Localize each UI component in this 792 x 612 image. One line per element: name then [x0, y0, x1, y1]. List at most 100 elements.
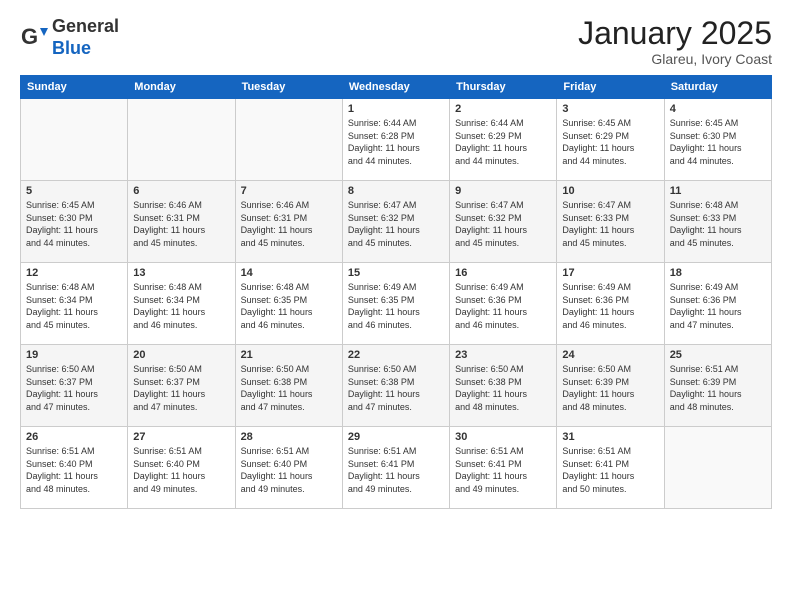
day-number: 31: [562, 431, 658, 443]
weekday-header-thursday: Thursday: [450, 76, 557, 99]
weekday-header-wednesday: Wednesday: [342, 76, 449, 99]
day-number: 19: [26, 349, 122, 361]
day-info: Sunrise: 6:47 AM Sunset: 6:33 PM Dayligh…: [562, 199, 658, 249]
day-number: 7: [241, 185, 337, 197]
day-number: 17: [562, 267, 658, 279]
day-number: 1: [348, 103, 444, 115]
day-number: 15: [348, 267, 444, 279]
calendar-cell: 20 Sunrise: 6:50 AM Sunset: 6:37 PM Dayli…: [128, 345, 235, 427]
day-info: Sunrise: 6:47 AM Sunset: 6:32 PM Dayligh…: [348, 199, 444, 249]
day-number: 25: [670, 349, 766, 361]
calendar-cell: 14 Sunrise: 6:48 AM Sunset: 6:35 PM Dayli…: [235, 263, 342, 345]
calendar-week-row: 12 Sunrise: 6:48 AM Sunset: 6:34 PM Dayli…: [21, 263, 772, 345]
calendar-cell: 18Sunrise: 6:49 AM Sunset: 6:36 PM Dayli…: [664, 263, 771, 345]
day-info: Sunrise: 6:50 AM Sunset: 6:38 PM Dayligh…: [455, 363, 551, 413]
calendar-cell: 15 Sunrise: 6:49 AM Sunset: 6:35 PM Dayli…: [342, 263, 449, 345]
calendar-cell: 7 Sunrise: 6:46 AM Sunset: 6:31 PM Daylig…: [235, 181, 342, 263]
day-info: Sunrise: 6:51 AM Sunset: 6:39 PM Dayligh…: [670, 363, 766, 413]
day-number: 13: [133, 267, 229, 279]
calendar-cell: 9 Sunrise: 6:47 AM Sunset: 6:32 PM Daylig…: [450, 181, 557, 263]
calendar-week-row: 1 Sunrise: 6:44 AM Sunset: 6:28 PM Daylig…: [21, 99, 772, 181]
logo-icon: G: [20, 24, 48, 52]
weekday-header-sunday: Sunday: [21, 76, 128, 99]
calendar-cell: 5 Sunrise: 6:45 AM Sunset: 6:30 PM Daylig…: [21, 181, 128, 263]
day-info: Sunrise: 6:45 AM Sunset: 6:30 PM Dayligh…: [26, 199, 122, 249]
day-number: 21: [241, 349, 337, 361]
calendar-cell: 29Sunrise: 6:51 AM Sunset: 6:41 PM Dayli…: [342, 427, 449, 509]
day-info: Sunrise: 6:49 AM Sunset: 6:36 PM Dayligh…: [455, 281, 551, 331]
weekday-header-row: SundayMondayTuesdayWednesdayThursdayFrid…: [21, 76, 772, 99]
calendar-cell: 22 Sunrise: 6:50 AM Sunset: 6:38 PM Dayli…: [342, 345, 449, 427]
day-number: 12: [26, 267, 122, 279]
day-info: Sunrise: 6:44 AM Sunset: 6:28 PM Dayligh…: [348, 117, 444, 167]
calendar-cell: 16Sunrise: 6:49 AM Sunset: 6:36 PM Dayli…: [450, 263, 557, 345]
calendar-cell: 6 Sunrise: 6:46 AM Sunset: 6:31 PM Daylig…: [128, 181, 235, 263]
calendar-cell: [128, 99, 235, 181]
calendar-cell: 26 Sunrise: 6:51 AM Sunset: 6:40 PM Dayli…: [21, 427, 128, 509]
calendar-cell: 19 Sunrise: 6:50 AM Sunset: 6:37 PM Dayli…: [21, 345, 128, 427]
calendar-week-row: 19 Sunrise: 6:50 AM Sunset: 6:37 PM Dayli…: [21, 345, 772, 427]
calendar-cell: 25 Sunrise: 6:51 AM Sunset: 6:39 PM Dayli…: [664, 345, 771, 427]
day-number: 26: [26, 431, 122, 443]
calendar-week-row: 5 Sunrise: 6:45 AM Sunset: 6:30 PM Daylig…: [21, 181, 772, 263]
day-number: 10: [562, 185, 658, 197]
calendar-table: SundayMondayTuesdayWednesdayThursdayFrid…: [20, 75, 772, 509]
day-number: 4: [670, 103, 766, 115]
day-info: Sunrise: 6:49 AM Sunset: 6:35 PM Dayligh…: [348, 281, 444, 331]
day-info: Sunrise: 6:50 AM Sunset: 6:39 PM Dayligh…: [562, 363, 658, 413]
day-info: Sunrise: 6:51 AM Sunset: 6:41 PM Dayligh…: [455, 445, 551, 495]
day-info: Sunrise: 6:49 AM Sunset: 6:36 PM Dayligh…: [562, 281, 658, 331]
weekday-header-friday: Friday: [557, 76, 664, 99]
day-info: Sunrise: 6:50 AM Sunset: 6:37 PM Dayligh…: [133, 363, 229, 413]
logo-general: General: [52, 16, 119, 36]
day-info: Sunrise: 6:49 AM Sunset: 6:36 PM Dayligh…: [670, 281, 766, 331]
day-number: 8: [348, 185, 444, 197]
day-info: Sunrise: 6:51 AM Sunset: 6:40 PM Dayligh…: [133, 445, 229, 495]
day-number: 23: [455, 349, 551, 361]
calendar-cell: 21 Sunrise: 6:50 AM Sunset: 6:38 PM Dayli…: [235, 345, 342, 427]
day-number: 11: [670, 185, 766, 197]
day-info: Sunrise: 6:48 AM Sunset: 6:34 PM Dayligh…: [26, 281, 122, 331]
day-info: Sunrise: 6:48 AM Sunset: 6:33 PM Dayligh…: [670, 199, 766, 249]
calendar-page: G General Blue January 2025 Glareu, Ivor…: [0, 0, 792, 612]
calendar-cell: 30 Sunrise: 6:51 AM Sunset: 6:41 PM Dayli…: [450, 427, 557, 509]
day-number: 2: [455, 103, 551, 115]
calendar-cell: 4Sunrise: 6:45 AM Sunset: 6:30 PM Daylig…: [664, 99, 771, 181]
day-number: 28: [241, 431, 337, 443]
logo-blue: Blue: [52, 38, 91, 58]
svg-text:G: G: [21, 24, 38, 49]
day-info: Sunrise: 6:44 AM Sunset: 6:29 PM Dayligh…: [455, 117, 551, 167]
day-number: 30: [455, 431, 551, 443]
calendar-cell: 12 Sunrise: 6:48 AM Sunset: 6:34 PM Dayli…: [21, 263, 128, 345]
day-info: Sunrise: 6:50 AM Sunset: 6:37 PM Dayligh…: [26, 363, 122, 413]
weekday-header-tuesday: Tuesday: [235, 76, 342, 99]
day-number: 24: [562, 349, 658, 361]
day-info: Sunrise: 6:51 AM Sunset: 6:40 PM Dayligh…: [241, 445, 337, 495]
calendar-cell: 3 Sunrise: 6:45 AM Sunset: 6:29 PM Daylig…: [557, 99, 664, 181]
day-info: Sunrise: 6:47 AM Sunset: 6:32 PM Dayligh…: [455, 199, 551, 249]
day-info: Sunrise: 6:45 AM Sunset: 6:29 PM Dayligh…: [562, 117, 658, 167]
day-number: 22: [348, 349, 444, 361]
calendar-cell: 23 Sunrise: 6:50 AM Sunset: 6:38 PM Dayli…: [450, 345, 557, 427]
day-info: Sunrise: 6:50 AM Sunset: 6:38 PM Dayligh…: [241, 363, 337, 413]
month-title: January 2025: [578, 16, 772, 51]
day-number: 9: [455, 185, 551, 197]
day-number: 3: [562, 103, 658, 115]
day-info: Sunrise: 6:51 AM Sunset: 6:40 PM Dayligh…: [26, 445, 122, 495]
day-info: Sunrise: 6:46 AM Sunset: 6:31 PM Dayligh…: [133, 199, 229, 249]
calendar-cell: 10 Sunrise: 6:47 AM Sunset: 6:33 PM Dayli…: [557, 181, 664, 263]
day-number: 6: [133, 185, 229, 197]
day-info: Sunrise: 6:48 AM Sunset: 6:35 PM Dayligh…: [241, 281, 337, 331]
day-info: Sunrise: 6:46 AM Sunset: 6:31 PM Dayligh…: [241, 199, 337, 249]
day-info: Sunrise: 6:50 AM Sunset: 6:38 PM Dayligh…: [348, 363, 444, 413]
calendar-cell: 17 Sunrise: 6:49 AM Sunset: 6:36 PM Dayli…: [557, 263, 664, 345]
day-number: 5: [26, 185, 122, 197]
calendar-cell: 11 Sunrise: 6:48 AM Sunset: 6:33 PM Dayli…: [664, 181, 771, 263]
calendar-cell: [664, 427, 771, 509]
calendar-cell: [235, 99, 342, 181]
day-number: 14: [241, 267, 337, 279]
header: G General Blue January 2025 Glareu, Ivor…: [20, 16, 772, 67]
day-info: Sunrise: 6:51 AM Sunset: 6:41 PM Dayligh…: [348, 445, 444, 495]
day-number: 20: [133, 349, 229, 361]
weekday-header-saturday: Saturday: [664, 76, 771, 99]
